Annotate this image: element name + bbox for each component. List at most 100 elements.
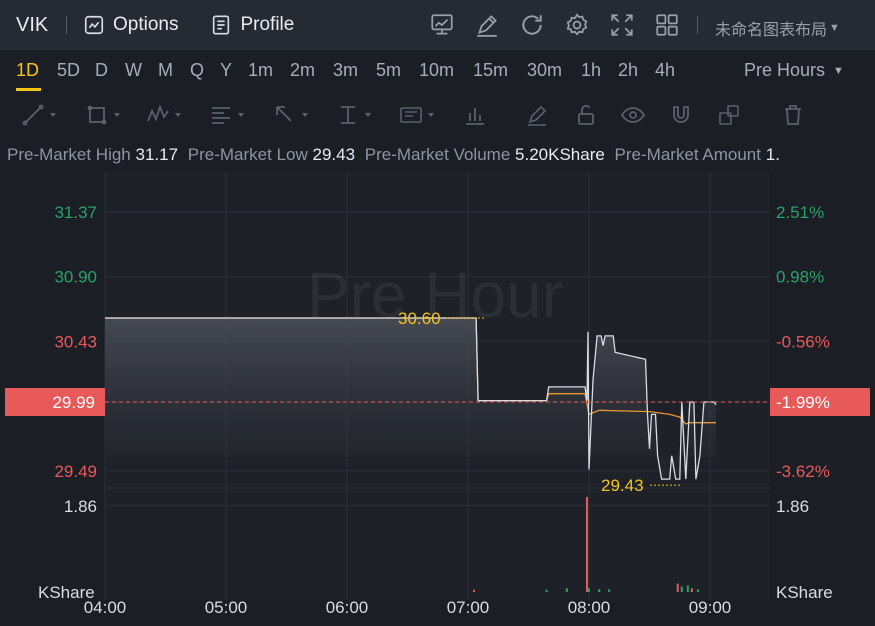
magnet-tool[interactable] — [668, 103, 694, 127]
left-tick-label: 29.49 — [54, 462, 97, 481]
clone-tool[interactable] — [716, 103, 742, 127]
layout-selector[interactable]: 未命名图表布局 ▼ — [715, 16, 840, 40]
settings-gear-icon[interactable] — [564, 12, 590, 38]
volume-bar — [545, 589, 548, 592]
volume-bar — [585, 496, 588, 592]
rectangle-icon — [87, 105, 107, 125]
layout-grid-icon[interactable] — [654, 12, 680, 38]
trend-line-tool[interactable] — [20, 103, 56, 127]
premarket-volume-value: 5.20KShare — [515, 145, 605, 164]
arrow-icon — [276, 106, 292, 122]
trash-icon — [785, 105, 801, 125]
fibonacci-icon — [212, 107, 230, 124]
symbol-label[interactable]: VIK — [0, 14, 66, 37]
refresh-icon[interactable] — [519, 12, 545, 38]
premarket-amount-label: Pre-Market Amount — [614, 145, 761, 164]
premarket-high-value: 31.17 — [135, 145, 179, 164]
interval-5d[interactable]: 5D — [57, 60, 80, 81]
time-tick-label: 05:00 — [205, 598, 248, 617]
session-select-value: Pre Hours — [744, 60, 826, 80]
chart-area[interactable]: Pre Hour 30.60 29.43 31.37 30.90 30.43 29.9… — [0, 172, 875, 626]
high-marker-label: 30.60 — [398, 309, 441, 328]
premarket-low-label: Pre-Market Low — [187, 145, 308, 164]
low-marker-label: 29.43 — [601, 476, 644, 495]
volume-bar — [473, 589, 476, 592]
active-interval-underline — [16, 88, 41, 91]
fullscreen-icon[interactable] — [609, 12, 635, 38]
indicator-icon[interactable] — [429, 12, 455, 38]
right-tick-label: 2.51% — [776, 203, 824, 222]
options-label: Options — [113, 14, 179, 35]
time-axis: 04:00 05:00 06:00 07:00 08:00 09:00 — [84, 598, 732, 617]
interval-w[interactable]: W — [125, 60, 142, 81]
volume-tick-label: 1.86 — [64, 497, 97, 516]
session-select[interactable]: Pre Hours ▼ — [744, 60, 844, 81]
text-cursor-icon — [341, 106, 355, 124]
left-tick-label: 30.43 — [54, 332, 97, 351]
premarket-info-bar: Pre-Market High 31.17 Pre-Market Low 29.… — [0, 138, 875, 172]
time-tick-label: 04:00 — [84, 598, 127, 617]
arrow-tool[interactable] — [272, 103, 308, 127]
visibility-tool[interactable] — [620, 103, 646, 127]
interval-30m[interactable]: 30m — [527, 60, 562, 81]
lock-tool[interactable] — [573, 103, 599, 127]
interval-2m[interactable]: 2m — [290, 60, 315, 81]
interval-15m[interactable]: 15m — [473, 60, 508, 81]
interval-1h[interactable]: 1h — [581, 60, 601, 81]
interval-2h[interactable]: 2h — [618, 60, 638, 81]
top-toolbar: VIK Options Profile 未命名图表布局 ▼ — [0, 0, 875, 50]
draw-pen-icon[interactable] — [474, 12, 500, 38]
interval-5m[interactable]: 5m — [376, 60, 401, 81]
time-tick-label: 09:00 — [689, 598, 732, 617]
right-tick-label: -1.99% — [776, 393, 830, 412]
price-chart[interactable]: Pre Hour 30.60 29.43 31.3730.9030.4329.9… — [0, 172, 875, 626]
brush-icon — [528, 105, 547, 126]
wave-pattern-icon — [147, 104, 169, 122]
interval-y[interactable]: Y — [220, 60, 232, 81]
left-price-axis: 31.3730.9030.4329.9929.491.86KShare — [5, 203, 105, 602]
toolbar-divider — [66, 16, 67, 34]
volume-bar — [676, 583, 679, 592]
profile-button[interactable]: Profile — [210, 14, 294, 36]
shape-tool[interactable] — [84, 103, 120, 127]
interval-1m[interactable]: 1m — [248, 60, 273, 81]
interval-q[interactable]: Q — [190, 60, 204, 81]
fib-tool[interactable] — [208, 103, 244, 127]
pattern-tool[interactable] — [145, 103, 181, 127]
interval-10m[interactable]: 10m — [419, 60, 454, 81]
layout-name-label: 未命名图表布局 — [715, 22, 828, 39]
trend-line-icon — [22, 104, 44, 126]
premarket-low-value: 29.43 — [312, 145, 356, 164]
drawing-toolbar — [0, 94, 875, 136]
text-tool[interactable] — [335, 103, 371, 127]
delete-drawings-tool[interactable] — [780, 103, 806, 127]
interval-4h[interactable]: 4h — [655, 60, 675, 81]
right-tick-label: -0.56% — [776, 332, 830, 351]
volume-bar — [680, 586, 683, 592]
eye-icon — [620, 107, 646, 123]
profile-label: Profile — [240, 14, 295, 35]
volume-bar — [565, 588, 568, 592]
volume-bar — [696, 589, 699, 592]
volume-bar — [588, 588, 590, 592]
volume-bar — [690, 588, 693, 592]
magnet-icon — [673, 106, 689, 123]
right-tick-label: -3.62% — [776, 462, 830, 481]
interval-1d[interactable]: 1D — [16, 60, 39, 81]
right-tick-label: 0.98% — [776, 268, 824, 287]
brush-tool[interactable] — [524, 103, 550, 127]
interval-m[interactable]: M — [158, 60, 173, 81]
options-button[interactable]: Options — [83, 14, 178, 36]
profile-icon — [213, 15, 230, 35]
unlock-icon — [578, 105, 594, 125]
interval-3m[interactable]: 3m — [333, 60, 358, 81]
note-tool[interactable] — [398, 103, 434, 127]
volume-bar — [598, 589, 601, 592]
interval-d[interactable]: D — [95, 60, 108, 81]
copy-squares-icon — [719, 105, 739, 125]
dropdown-caret-icon: ▼ — [829, 22, 840, 34]
options-icon — [84, 15, 104, 35]
left-tick-label: 29.99 — [52, 393, 95, 412]
measure-tool[interactable] — [462, 103, 488, 127]
premarket-amount-value: 1. — [765, 145, 780, 164]
